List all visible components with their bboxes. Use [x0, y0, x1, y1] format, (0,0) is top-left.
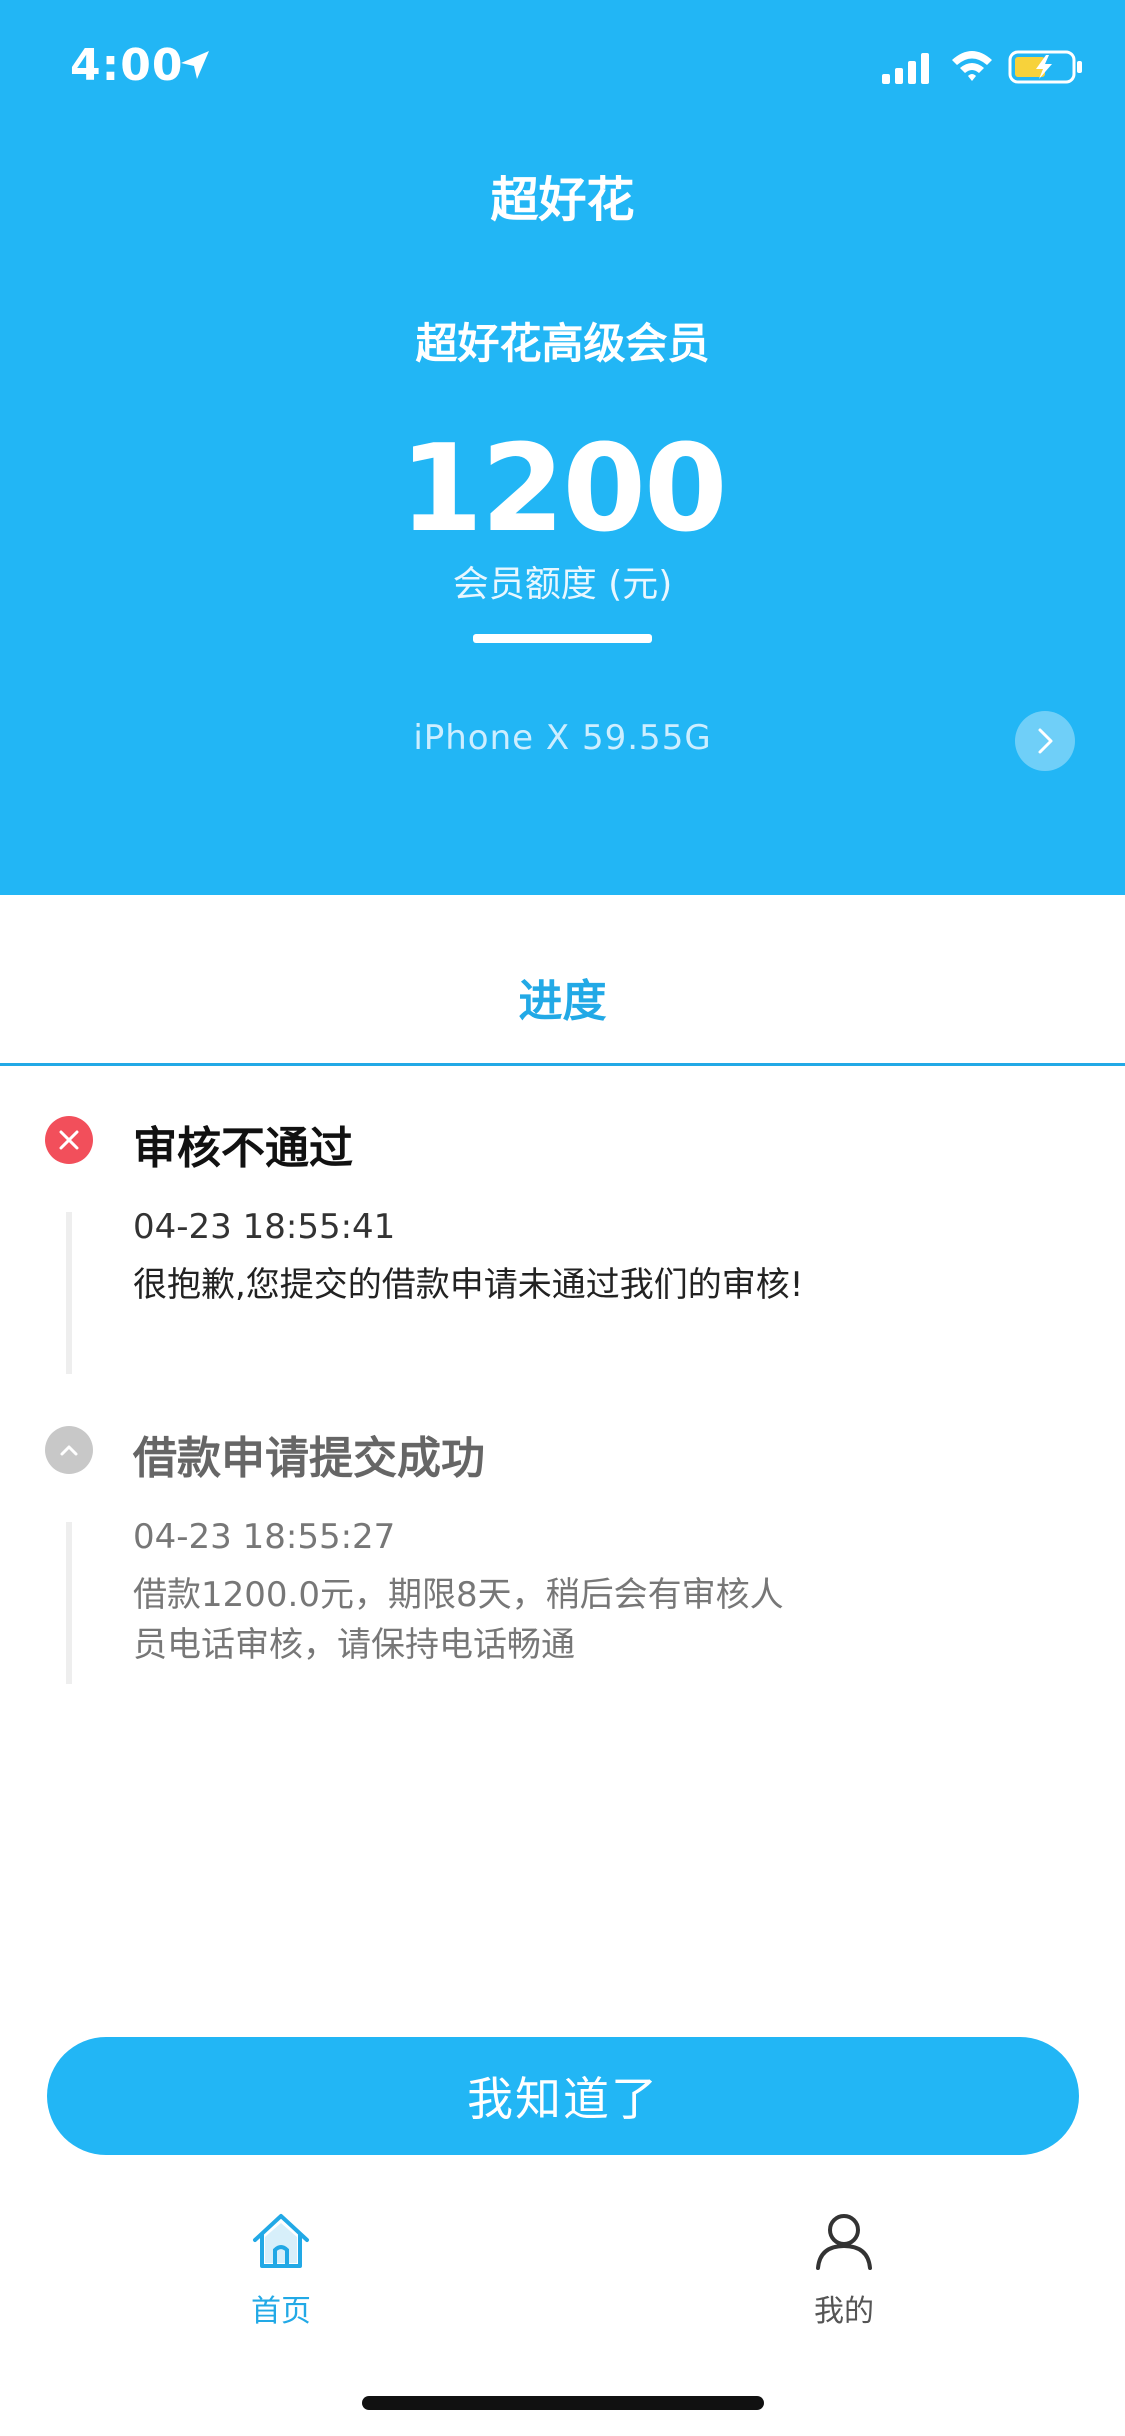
nav-label-mine: 我的	[814, 2294, 874, 2329]
tab-divider	[0, 1063, 1125, 1066]
app-title: 超好花	[490, 172, 635, 228]
step-connector	[66, 1522, 72, 1684]
tab-progress[interactable]: 进度	[0, 965, 1125, 1029]
member-level-title: 超好花高级会员	[415, 319, 710, 368]
step-message: 很抱歉,您提交的借款申请未通过我们的审核!	[133, 1265, 804, 1305]
header-panel: 4:00 超好花 超好花高级会员 1200 会员额度 (元) iPhone X …	[0, 0, 1125, 895]
nav-label-home: 首页	[251, 2294, 311, 2329]
step-message: 借款1200.0元，期限8天，稍后会有审核人员电话审核，请保持电话畅通	[133, 1575, 784, 1665]
signal-icon	[882, 53, 929, 84]
credit-underline	[473, 634, 652, 643]
chevron-right-icon	[1038, 728, 1053, 754]
home-indicator	[362, 2396, 764, 2410]
home-icon	[253, 2214, 309, 2268]
device-detail-button[interactable]	[1015, 711, 1075, 771]
step-title-submitted: 借款申请提交成功	[133, 1433, 485, 1484]
wifi-icon	[952, 51, 992, 81]
battery-charging-icon	[1008, 50, 1082, 84]
chevron-up-icon	[45, 1426, 93, 1474]
user-icon	[816, 2214, 872, 2270]
error-icon	[45, 1116, 93, 1164]
step-time: 04-23 18:55:41	[133, 1207, 396, 1247]
step-title-failed: 审核不通过	[133, 1123, 353, 1174]
location-arrow-icon	[181, 51, 209, 79]
step-time: 04-23 18:55:27	[133, 1517, 396, 1557]
credit-label: 会员额度 (元)	[452, 564, 673, 605]
acknowledge-button[interactable]: 我知道了	[47, 2037, 1079, 2155]
step-connector	[66, 1212, 72, 1374]
device-info: iPhone X 59.55G	[413, 718, 712, 758]
nav-item-mine[interactable]: 我的	[744, 2210, 944, 2330]
credit-amount: 1200	[399, 420, 728, 559]
nav-item-home[interactable]: 首页	[181, 2210, 381, 2330]
status-time: 4:00	[70, 40, 184, 91]
